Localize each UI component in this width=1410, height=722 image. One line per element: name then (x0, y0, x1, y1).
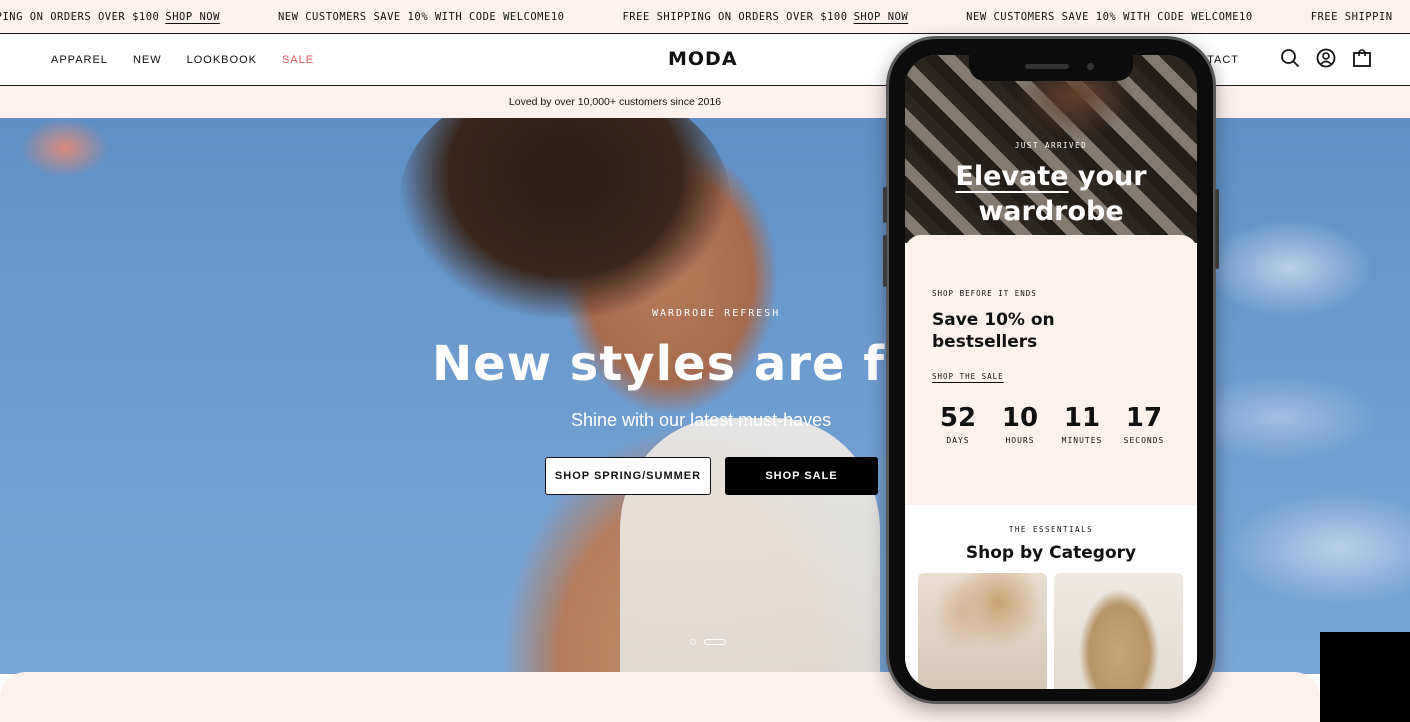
nav-item-sale[interactable]: SALE (282, 54, 314, 66)
mobile-hero-eyebrow: JUST ARRIVED (1014, 141, 1088, 150)
sale-title: Save 10% on bestsellers (932, 310, 1055, 352)
mobile-sale-section: SHOP BEFORE IT ENDS Save 10% on bestsell… (905, 235, 1197, 505)
sale-eyebrow: SHOP BEFORE IT ENDS (932, 289, 1037, 298)
ticker-message: FREE SHIPPIN (1310, 10, 1393, 23)
phone-mockup: JUST ARRIVED Elevate your wardrobe SHOP … (883, 36, 1219, 704)
countdown-timer: 52 DAYS 10 HOURS 11 MINUTES 17 SECONDS (927, 403, 1175, 445)
countdown-seconds: 17 SECONDS (1123, 403, 1165, 445)
ticker-message: NEW CUSTOMERS SAVE 10% WITH CODE WELCOME… (277, 10, 565, 23)
shop-sale-button[interactable]: SHOP SALE (725, 457, 878, 495)
nav-item-apparel[interactable]: APPAREL (51, 54, 108, 66)
hero-eyebrow: WARDROBE REFRESH (652, 308, 781, 319)
brand-logo[interactable]: MODA (668, 48, 738, 70)
category-card-outerwear[interactable] (1054, 573, 1183, 689)
corner-block (1320, 632, 1410, 722)
ticker-message: IPPING ON ORDERS OVER $100 SHOP NOW (0, 10, 220, 23)
trust-text: Loved by over 10,000+ customers since 20… (508, 96, 722, 108)
shop-now-link[interactable]: SHOP NOW (854, 11, 909, 23)
countdown-hours: 10 HOURS (1001, 403, 1039, 445)
phone-notch (969, 55, 1133, 81)
category-card-lingerie[interactable] (918, 573, 1047, 689)
hero-title: New styles are f (432, 336, 886, 392)
slide-dot[interactable] (690, 639, 696, 645)
search-icon[interactable] (1280, 48, 1300, 68)
slide-dot-active[interactable] (704, 639, 726, 645)
nav-item-new[interactable]: NEW (133, 54, 162, 66)
mobile-hero-title: Elevate your wardrobe (955, 161, 1147, 227)
announcement-bar: IPPING ON ORDERS OVER $100 SHOP NOW NEW … (0, 0, 1410, 34)
countdown-minutes: 11 MINUTES (1061, 403, 1103, 445)
countdown-days: 52 DAYS (939, 403, 977, 445)
category-title: Shop by Category (965, 543, 1137, 563)
shop-now-link[interactable]: SHOP NOW (165, 11, 220, 23)
account-icon[interactable] (1316, 48, 1336, 68)
hero-subtitle: Shine with our latest must-haves (571, 410, 832, 430)
ticker-message: FREE SHIPPING ON ORDERS OVER $100 SHOP N… (622, 10, 909, 23)
mobile-category-section: THE ESSENTIALS Shop by Category (905, 505, 1197, 689)
shop-the-sale-link[interactable]: SHOP THE SALE (932, 372, 1004, 381)
hero-image-flower (20, 118, 110, 178)
shop-spring-summer-button[interactable]: SHOP SPRING/SUMMER (545, 457, 711, 495)
main-nav: APPAREL NEW LOOKBOOK SALE (51, 34, 314, 85)
ticker-message: NEW CUSTOMERS SAVE 10% WITH CODE WELCOME… (966, 10, 1253, 23)
cart-icon[interactable] (1352, 48, 1372, 68)
slide-indicator (690, 639, 726, 645)
nav-item-lookbook[interactable]: LOOKBOOK (187, 54, 257, 66)
header-icons (1280, 48, 1372, 68)
category-eyebrow: THE ESSENTIALS (1008, 525, 1094, 534)
phone-screen: JUST ARRIVED Elevate your wardrobe SHOP … (905, 55, 1197, 689)
